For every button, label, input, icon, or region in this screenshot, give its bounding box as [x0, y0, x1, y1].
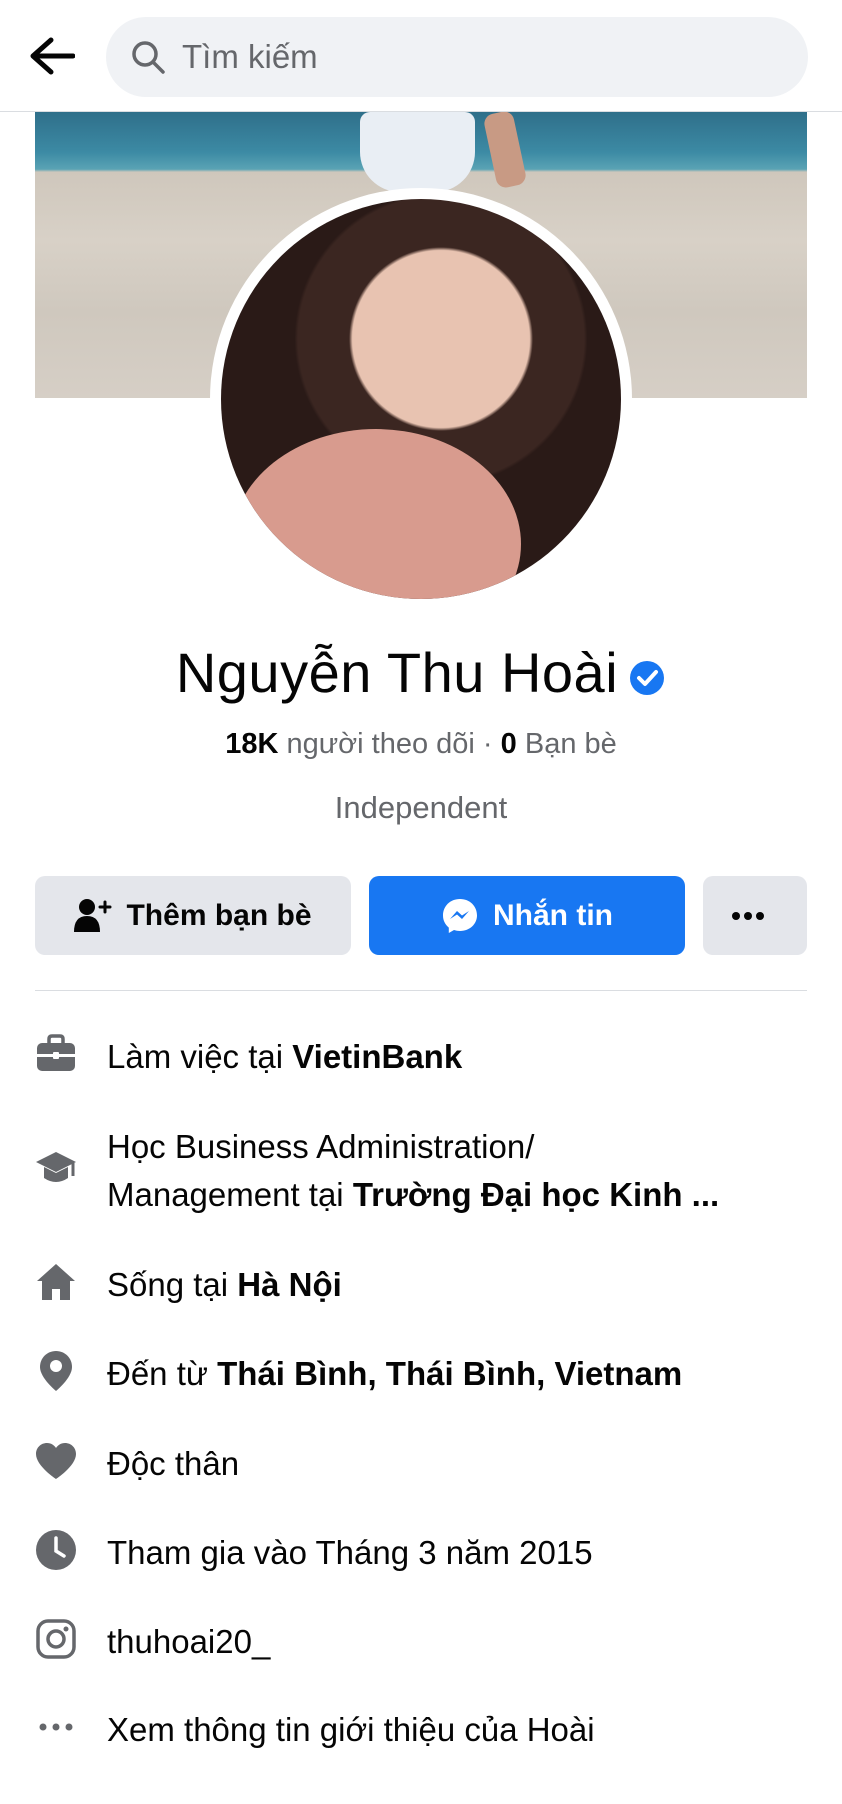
profile-name: Nguyễn Thu Hoài: [175, 641, 619, 704]
messenger-icon: [443, 898, 477, 933]
hometown-link[interactable]: Thái Bình, Thái Bình, Vietnam: [217, 1355, 682, 1392]
followers-label[interactable]: người theo dõi: [286, 728, 474, 760]
avatar: [221, 199, 621, 599]
joined-date: Tham gia vào Tháng 3 năm 2015: [107, 1534, 593, 1571]
message-label: Nhắn tin: [493, 898, 613, 932]
detail-current-city: Sống tại Hà Nội: [35, 1261, 807, 1309]
section-divider: [35, 990, 807, 991]
study-line-2: Management tại: [107, 1176, 353, 1213]
more-dots-icon: [732, 911, 764, 920]
add-friend-label: Thêm bạn bè: [126, 898, 312, 932]
work-prefix: Làm việc tại: [107, 1038, 293, 1075]
stats-separator: ·: [482, 728, 493, 760]
live-prefix: Sống tại: [107, 1266, 238, 1303]
detail-relationship: Độc thân: [35, 1440, 807, 1488]
add-friend-button[interactable]: Thêm bạn bè: [35, 876, 351, 955]
from-prefix: Đến từ: [107, 1355, 218, 1392]
profile-stats: 18K người theo dõi · 0 Bạn bè: [0, 728, 842, 761]
detail-education: Học Business Administration/ Management …: [35, 1123, 807, 1219]
more-dots-icon: [35, 1706, 77, 1748]
followers-count[interactable]: 18K: [225, 728, 278, 760]
clock-icon: [35, 1529, 77, 1571]
home-icon: [35, 1261, 77, 1303]
avatar-hoodie: [231, 429, 521, 599]
current-city-link[interactable]: Hà Nội: [237, 1266, 342, 1303]
search-input[interactable]: [180, 37, 744, 77]
back-button[interactable]: [26, 30, 78, 82]
profile-name-row: Nguyễn Thu Hoài: [0, 640, 842, 710]
see-about-label: Xem thông tin giới thiệu của Hoài: [107, 1711, 595, 1748]
friends-count[interactable]: 0: [501, 728, 517, 760]
heart-icon: [35, 1440, 77, 1482]
cover-figure: [360, 112, 475, 192]
detail-hometown: Đến từ Thái Bình, Thái Bình, Vietnam: [35, 1350, 807, 1398]
see-about-info[interactable]: Xem thông tin giới thiệu của Hoài: [35, 1706, 807, 1754]
instagram-icon: [35, 1618, 77, 1660]
school-link[interactable]: Trường Đại học Kinh ...: [353, 1176, 719, 1213]
arrow-left-icon: [30, 37, 75, 75]
relationship-status: Độc thân: [107, 1445, 240, 1482]
work-place-link[interactable]: VietinBank: [292, 1038, 462, 1075]
top-bar: [0, 0, 842, 112]
search-bar[interactable]: [106, 17, 808, 97]
more-options-button[interactable]: [703, 876, 807, 955]
detail-work: Làm việc tại VietinBank: [35, 1033, 807, 1081]
detail-instagram: thuhoai20_: [35, 1618, 807, 1666]
verified-badge-icon: [628, 645, 666, 710]
profile-picture-frame[interactable]: [210, 188, 632, 610]
cover-figure-arm: [482, 112, 528, 190]
detail-joined: Tham gia vào Tháng 3 năm 2015: [35, 1529, 807, 1577]
location-pin-icon: [35, 1350, 77, 1392]
search-icon: [132, 41, 165, 74]
briefcase-icon: [35, 1033, 77, 1075]
profile-bio: Independent: [334, 790, 508, 825]
add-friend-icon: [74, 898, 112, 932]
instagram-handle-link[interactable]: thuhoai20_: [107, 1618, 270, 1666]
friends-label[interactable]: Bạn bè: [525, 728, 617, 760]
study-line-1: Học Business Administration/: [107, 1128, 535, 1165]
graduation-cap-icon: [35, 1147, 77, 1189]
message-button[interactable]: Nhắn tin: [369, 876, 685, 955]
